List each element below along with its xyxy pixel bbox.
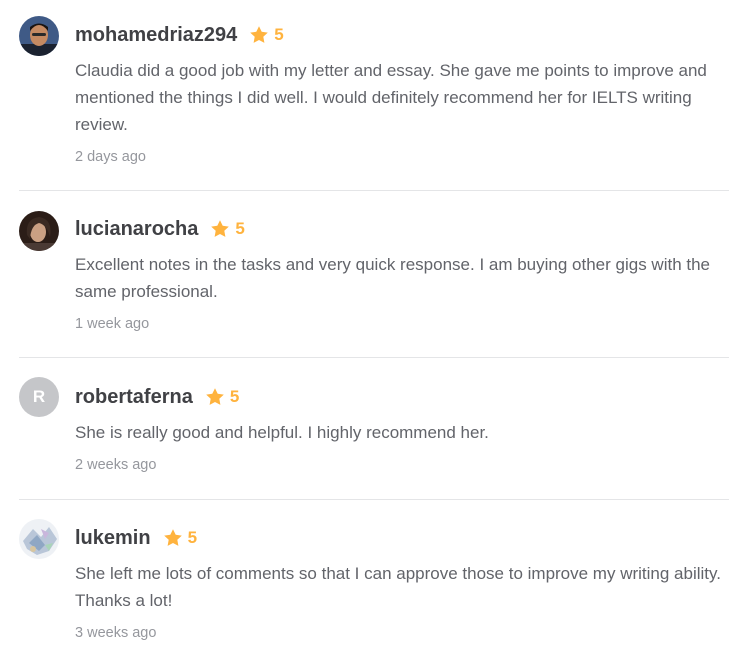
rating-score: 5 [235,219,245,238]
review-text: She left me lots of comments so that I c… [75,564,721,610]
review-header: robertaferna 5 [75,384,239,410]
user-avatar[interactable]: R [19,377,59,417]
rating: 5 [210,219,245,239]
review-text: Claudia did a good job with my letter an… [75,61,707,134]
rating-score: 5 [187,528,198,547]
divider [19,499,729,500]
review-header: lucianarocha 5 [75,216,245,242]
review-time: 2 weeks ago [75,457,157,473]
user-avatar[interactable] [19,16,59,56]
review-header: mohamedriaz294 5 [75,22,284,48]
user-avatar[interactable] [19,519,59,559]
username[interactable]: lucianarocha [75,216,198,242]
rating: 5 [249,25,284,45]
divider [19,190,729,191]
username[interactable]: robertaferna [75,384,193,410]
star-icon [211,220,230,237]
username[interactable]: mohamedriaz294 [75,22,237,48]
star-icon [163,529,182,546]
rating-score: 5 [229,387,240,406]
review-header: lukemin 5 [75,525,197,551]
review-text: She is really good and helpful. I highly… [75,423,489,442]
star-icon [250,26,269,43]
divider [19,357,729,358]
username[interactable]: lukemin [75,525,151,551]
review-time: 1 week ago [75,316,150,332]
rating-score: 5 [274,25,284,44]
review-time: 3 weeks ago [75,625,157,641]
user-avatar[interactable] [19,211,59,251]
review-text: Excellent notes in the tasks and very qu… [75,255,711,301]
review-time: 2 days ago [75,149,146,165]
rating: 5 [163,528,197,548]
star-icon [206,388,224,405]
rating: 5 [205,387,239,407]
